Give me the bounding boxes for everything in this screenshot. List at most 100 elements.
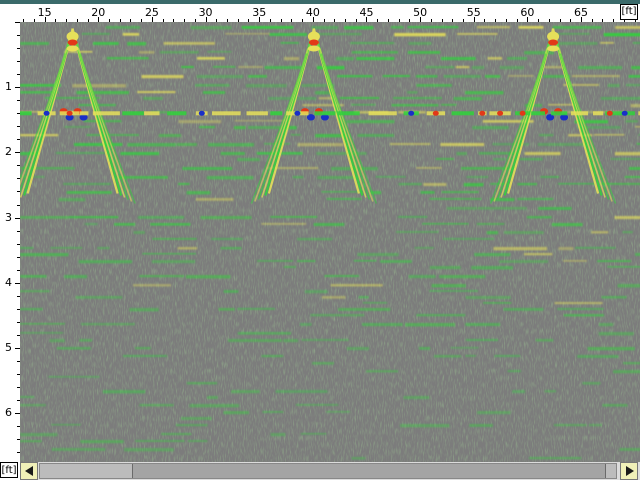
reflection-band [318,97,333,100]
reflection-band [48,376,100,378]
reflection-band [407,26,459,29]
reflection-band [93,42,119,45]
reflection-band [234,120,289,122]
reflection-band [357,253,399,257]
reflection-band [407,51,441,54]
scroll-track[interactable] [39,463,617,479]
reflection-band [297,260,316,262]
reflection-band [163,42,215,45]
reflection-band [429,290,479,292]
reflection-band [625,84,640,87]
reflection-band [114,223,136,226]
reflection-band [20,433,58,437]
horizontal-ruler: 15 20 25 30 35 40 45 50 55 60 65 [20,4,640,22]
reflection-band [507,370,521,373]
reflector-segment [368,111,397,116]
reflection-band [299,323,312,326]
scroll-thumb[interactable] [132,464,606,478]
reflection-band [391,104,439,107]
reflection-band [465,323,501,326]
reflection-band [517,198,554,200]
reflection-band [151,260,196,264]
reflection-band [553,42,598,45]
reflection-band [137,216,185,219]
reflection-band [313,223,345,226]
reflection-band [208,143,255,147]
reflection-band [391,26,404,29]
reflection-band [463,183,484,187]
reflection-band [190,26,232,30]
reflection-band [471,66,485,70]
reflection-band [523,253,553,256]
reflection-band [471,266,513,270]
reflection-band [393,97,442,100]
reflection-band [97,247,110,250]
reflection-band [484,75,501,78]
reflection-band [20,42,49,45]
reflection-band [74,143,123,146]
reflection-band [405,323,456,327]
hyperbola-apex [548,39,559,46]
reflection-band [453,97,482,101]
reflection-band [382,75,410,77]
reflection-band [477,207,527,210]
reflection-band [269,33,308,36]
reflection-band [558,183,596,185]
reflection-band [362,323,403,327]
radargram-svg [20,22,640,462]
reflector-segment [337,111,360,116]
reflection-band [477,411,511,415]
reflection-band [186,191,211,195]
reflection-band [456,152,467,156]
reflection-band [619,448,640,451]
reflection-band [142,253,196,255]
reflector-hotspot [606,110,613,116]
reflection-band [577,355,619,358]
reflection-band [526,216,552,219]
reflection-band [593,134,625,136]
reflection-band [207,396,218,399]
reflector-hotspot [66,110,73,116]
reflection-band [615,26,640,29]
reflection-band [79,339,93,342]
reflection-band [508,75,534,77]
reflection-band [80,323,135,326]
reflection-band [351,51,398,54]
reflection-band [416,84,452,87]
reflection-band [493,158,506,161]
horizontal-scrollbar[interactable] [20,462,640,480]
reflection-band [389,143,431,146]
scroll-right-button[interactable] [620,462,638,480]
reflection-band [507,57,528,60]
reflection-band [465,91,504,95]
radargram-canvas[interactable] [20,22,640,462]
reflection-band [434,355,461,358]
reflection-band [297,143,344,147]
reflection-band [135,347,151,350]
reflection-band [316,66,345,70]
reflection-band [178,120,222,124]
reflection-band [465,355,476,357]
reflection-band [435,158,454,160]
reflection-band [557,308,604,310]
scroll-left-button[interactable] [20,462,38,480]
reflection-band [84,223,98,226]
hyperbola-apex [67,39,78,46]
reflection-band [351,457,366,460]
reflection-band [553,424,587,427]
reflection-band [326,198,362,200]
reflection-band [312,362,334,365]
reflector-segment [531,111,545,116]
reflection-band [261,223,307,225]
reflection-band [152,238,197,240]
reflection-band [614,152,640,156]
reflection-band [261,355,284,358]
reflection-band [81,33,110,35]
reflection-band [350,42,394,45]
reflection-band [124,448,174,452]
reflection-band [469,424,493,427]
reflection-band [20,396,35,398]
reflection-band [499,66,524,70]
reflection-band [304,290,328,294]
reflection-band [486,231,499,235]
